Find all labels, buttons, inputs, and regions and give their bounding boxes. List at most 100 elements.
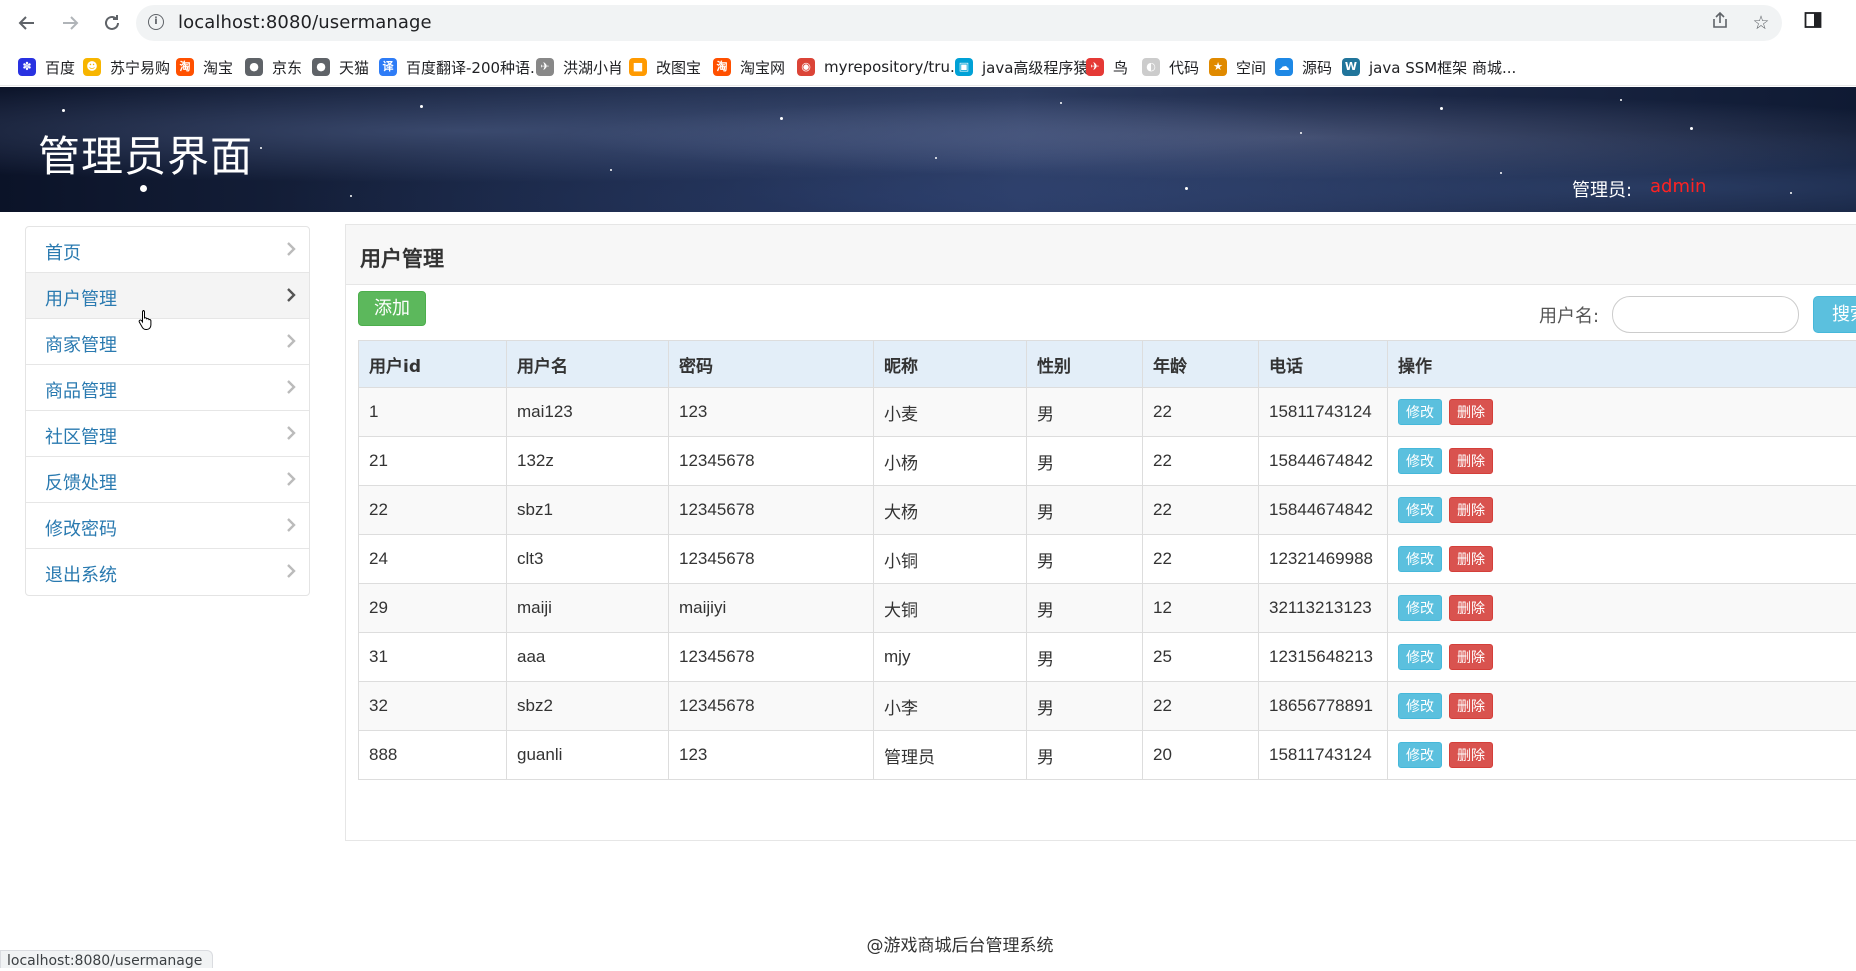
bookmark-item[interactable]: ✈洪湖小肖	[536, 56, 623, 78]
username-search-input[interactable]	[1612, 296, 1799, 333]
bookmark-item[interactable]: ✽百度	[18, 56, 75, 78]
info-icon[interactable]: i	[148, 14, 164, 30]
globe-icon: ●	[312, 58, 330, 76]
delete-button[interactable]: 删除	[1449, 497, 1493, 523]
chevron-right-icon	[285, 516, 297, 534]
bookmark-label: 鸟	[1113, 57, 1128, 78]
edit-button[interactable]: 修改	[1398, 693, 1442, 719]
table-cell: 15811743124	[1259, 731, 1388, 780]
table-cell: 32113213123	[1259, 584, 1388, 633]
sidebar-item[interactable]: 首页	[26, 227, 309, 273]
table-cell: 男	[1027, 486, 1143, 535]
table-cell: 22	[1143, 535, 1259, 584]
baidu-icon: ✽	[18, 58, 36, 76]
table-cell: 24	[359, 535, 507, 584]
sidebar-item[interactable]: 商品管理	[26, 365, 309, 411]
table-cell: 22	[1143, 486, 1259, 535]
chevron-right-icon	[285, 378, 297, 396]
table-row: 31aaa12345678mjy男2512315648213修改删除	[359, 633, 1856, 682]
bookmark-item[interactable]: ▣java高级程序猿	[955, 56, 1088, 78]
column-header: 操作	[1388, 341, 1856, 388]
table-cell: 大杨	[874, 486, 1027, 535]
reload-icon[interactable]	[97, 8, 127, 38]
delete-button[interactable]: 删除	[1449, 742, 1493, 768]
sidebar-item[interactable]: 用户管理	[26, 273, 309, 319]
edit-button[interactable]: 修改	[1398, 742, 1442, 768]
sidebar-item[interactable]: 退出系统	[26, 549, 309, 595]
bookmark-item[interactable]: Wjava SSM框架 商城...	[1342, 56, 1516, 78]
sidebar-item[interactable]: 修改密码	[26, 503, 309, 549]
code-icon: ◐	[1142, 58, 1160, 76]
forward-icon[interactable]	[55, 8, 85, 38]
bookmark-item[interactable]: ★空间	[1209, 56, 1266, 78]
edit-button[interactable]: 修改	[1398, 399, 1442, 425]
bookmark-item[interactable]: ✈鸟	[1086, 56, 1128, 78]
table-cell: 男	[1027, 437, 1143, 486]
chevron-right-icon	[285, 332, 297, 350]
table-cell: 888	[359, 731, 507, 780]
bookmark-item[interactable]: ●京东	[245, 56, 302, 78]
bookmark-item[interactable]: ☻苏宁易购	[83, 56, 170, 78]
table-row: 1mai123123小麦男2215811743124修改删除	[359, 388, 1856, 437]
browser-toolbar: i localhost:8080/usermanage ☆	[0, 0, 1856, 46]
sidebar-item[interactable]: 商家管理	[26, 319, 309, 365]
table-cell: 22	[359, 486, 507, 535]
search-button[interactable]: 搜索	[1813, 296, 1856, 333]
status-url: localhost:8080/usermanage	[0, 950, 213, 968]
sidepanel-icon[interactable]	[1800, 10, 1826, 36]
admin-name: admin	[1650, 176, 1706, 197]
delete-button[interactable]: 删除	[1449, 546, 1493, 572]
bookmark-label: 改图宝	[656, 57, 701, 78]
column-header: 用户名	[507, 341, 669, 388]
table-cell: 小麦	[874, 388, 1027, 437]
edit-button[interactable]: 修改	[1398, 595, 1442, 621]
table-cell: maijiyi	[669, 584, 874, 633]
table-cell: 12315648213	[1259, 633, 1388, 682]
edit-button[interactable]: 修改	[1398, 546, 1442, 572]
bookmark-item[interactable]: 淘淘宝网	[713, 56, 785, 78]
column-header: 年龄	[1143, 341, 1259, 388]
chevron-right-icon	[285, 286, 297, 304]
sidebar-item[interactable]: 社区管理	[26, 411, 309, 457]
delete-button[interactable]: 删除	[1449, 595, 1493, 621]
actions-cell: 修改删除	[1388, 486, 1856, 535]
bookmark-label: 苏宁易购	[110, 57, 170, 78]
table-cell: aaa	[507, 633, 669, 682]
delete-button[interactable]: 删除	[1449, 644, 1493, 670]
star-icon[interactable]: ☆	[1748, 10, 1774, 36]
column-header: 用户id	[359, 341, 507, 388]
bookmark-item[interactable]: ☁源码	[1275, 56, 1332, 78]
delete-button[interactable]: 删除	[1449, 399, 1493, 425]
table-cell: clt3	[507, 535, 669, 584]
table-cell: 12345678	[669, 535, 874, 584]
address-url[interactable]: localhost:8080/usermanage	[178, 12, 432, 33]
bookmark-item[interactable]: ◐代码	[1142, 56, 1199, 78]
bookmark-item[interactable]: ●天猫	[312, 56, 369, 78]
actions-cell: 修改删除	[1388, 535, 1856, 584]
back-icon[interactable]	[12, 8, 42, 38]
edit-button[interactable]: 修改	[1398, 497, 1442, 523]
bookmark-label: java SSM框架 商城...	[1369, 57, 1516, 78]
delete-button[interactable]: 删除	[1449, 693, 1493, 719]
taobao-icon: 淘	[713, 58, 731, 76]
edit-button[interactable]: 修改	[1398, 644, 1442, 670]
bookmark-item[interactable]: 淘淘宝	[176, 56, 233, 78]
share-icon[interactable]	[1707, 10, 1733, 36]
sidebar-item[interactable]: 反馈处理	[26, 457, 309, 503]
table-cell: 管理员	[874, 731, 1027, 780]
delete-button[interactable]: 删除	[1449, 448, 1493, 474]
bookmark-label: 淘宝网	[740, 57, 785, 78]
add-user-button[interactable]: 添加	[358, 291, 426, 326]
table-row: 32sbz212345678小李男2218656778891修改删除	[359, 682, 1856, 731]
bookmark-item[interactable]: ■改图宝	[629, 56, 701, 78]
bookmark-label: 京东	[272, 57, 302, 78]
edit-button[interactable]: 修改	[1398, 448, 1442, 474]
column-header: 性别	[1027, 341, 1143, 388]
table-cell: 123	[669, 388, 874, 437]
bookmark-item[interactable]: 译百度翻译-200种语...	[379, 56, 544, 78]
table-cell: 男	[1027, 731, 1143, 780]
table-cell: 12	[1143, 584, 1259, 633]
bookmark-label: 淘宝	[203, 57, 233, 78]
column-header: 电话	[1259, 341, 1388, 388]
bookmark-item[interactable]: ◉myrepository/tru...	[797, 56, 964, 78]
